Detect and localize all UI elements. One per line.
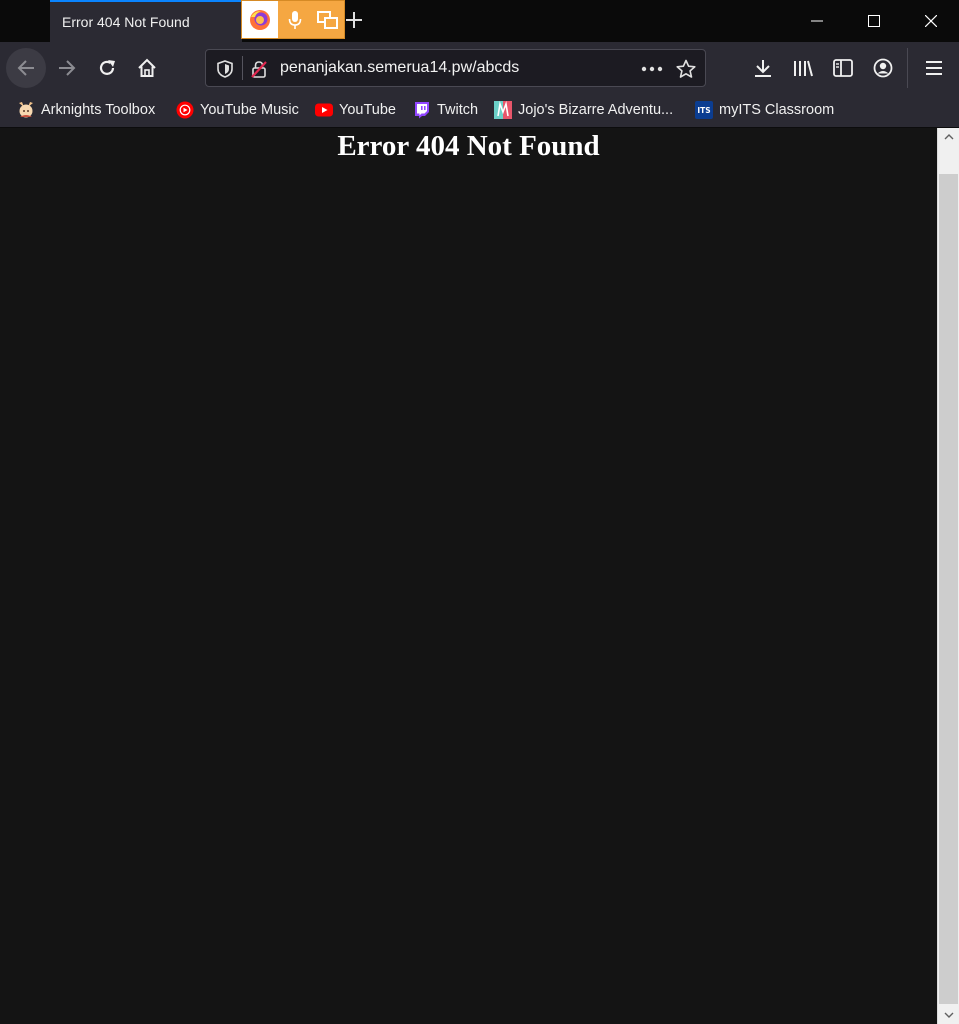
- forward-arrow-icon: [59, 60, 76, 76]
- arknights-favicon: [17, 101, 35, 119]
- close-icon: [924, 15, 937, 27]
- myits-favicon: ITS: [695, 101, 713, 119]
- bookmark-label: Jojo's Bizarre Adventu...: [518, 102, 674, 118]
- maximize-icon: [867, 15, 880, 27]
- tracking-shield-icon[interactable]: [214, 58, 236, 80]
- bookmark-star-icon[interactable]: [674, 58, 698, 80]
- back-arrow-icon: [17, 60, 34, 76]
- insecure-lock-icon[interactable]: [248, 58, 270, 80]
- tab-title: Error 404 Not Found: [62, 14, 190, 30]
- sidebar-icon[interactable]: [829, 54, 857, 82]
- title-bar: Error 404 Not Found: [0, 0, 959, 42]
- bookmark-label: myITS Classroom: [719, 102, 835, 118]
- microphone-icon[interactable]: [278, 1, 312, 38]
- bookmark-youtube-music[interactable]: YouTube Music: [176, 99, 299, 121]
- scroll-down-button[interactable]: [938, 1006, 959, 1024]
- bookmarks-toolbar: Arknights Toolbox YouTube Music YouTube: [0, 94, 959, 128]
- bookmark-label: YouTube Music: [200, 102, 299, 118]
- hamburger-menu-icon[interactable]: [920, 54, 948, 82]
- url-text[interactable]: penanjakan.semerua14.pw/abcds: [280, 59, 519, 77]
- firefox-icon[interactable]: [242, 1, 278, 38]
- bookmark-myits-classroom[interactable]: ITS myITS Classroom: [695, 99, 834, 121]
- scrollbar-thumb[interactable]: [939, 174, 958, 1004]
- picture-in-picture-icon[interactable]: [312, 1, 344, 38]
- page-actions-icon[interactable]: [638, 58, 666, 80]
- new-tab-button[interactable]: [343, 9, 365, 31]
- extension-toolbar: [241, 0, 345, 39]
- page-content: Error 404 Not Found: [0, 128, 937, 1024]
- youtube-music-favicon: [176, 101, 194, 119]
- bookmark-label: YouTube: [339, 102, 396, 118]
- library-icon[interactable]: [789, 54, 817, 82]
- download-icon[interactable]: [749, 54, 777, 82]
- back-button[interactable]: [6, 48, 46, 88]
- jojo-favicon: [494, 101, 512, 119]
- toolbar-divider: [907, 48, 908, 88]
- reload-icon: [99, 60, 115, 75]
- home-icon: [138, 58, 156, 77]
- vertical-scrollbar[interactable]: [937, 128, 959, 1024]
- account-icon[interactable]: [869, 54, 897, 82]
- bookmark-twitch[interactable]: Twitch: [413, 99, 478, 121]
- youtube-favicon: [315, 101, 333, 119]
- chevron-down-icon: [944, 1012, 953, 1018]
- navigation-toolbar: penanjakan.semerua14.pw/abcds: [0, 42, 959, 94]
- bookmark-label: Twitch: [437, 102, 479, 118]
- forward-button[interactable]: [47, 48, 87, 88]
- close-button[interactable]: [902, 0, 959, 42]
- plus-icon: [346, 12, 362, 28]
- page-heading: Error 404 Not Found: [337, 130, 600, 162]
- twitch-favicon: [413, 101, 431, 119]
- reload-button[interactable]: [87, 48, 127, 88]
- minimize-icon: [810, 20, 823, 22]
- bookmark-label: Arknights Toolbox: [41, 102, 156, 118]
- address-bar-divider: [242, 56, 243, 80]
- bookmark-arknights-toolbox[interactable]: Arknights Toolbox: [17, 99, 155, 121]
- home-button[interactable]: [127, 48, 167, 88]
- maximize-button[interactable]: [845, 0, 902, 42]
- address-bar[interactable]: penanjakan.semerua14.pw/abcds: [205, 49, 706, 87]
- scroll-up-button[interactable]: [938, 128, 959, 146]
- svg-text:ITS: ITS: [697, 106, 710, 115]
- bookmark-jojo[interactable]: Jojo's Bizarre Adventu...: [494, 99, 673, 121]
- active-tab[interactable]: Error 404 Not Found: [50, 0, 242, 42]
- minimize-button[interactable]: [788, 0, 845, 42]
- bookmark-youtube[interactable]: YouTube: [315, 99, 396, 121]
- chevron-up-icon: [944, 134, 953, 140]
